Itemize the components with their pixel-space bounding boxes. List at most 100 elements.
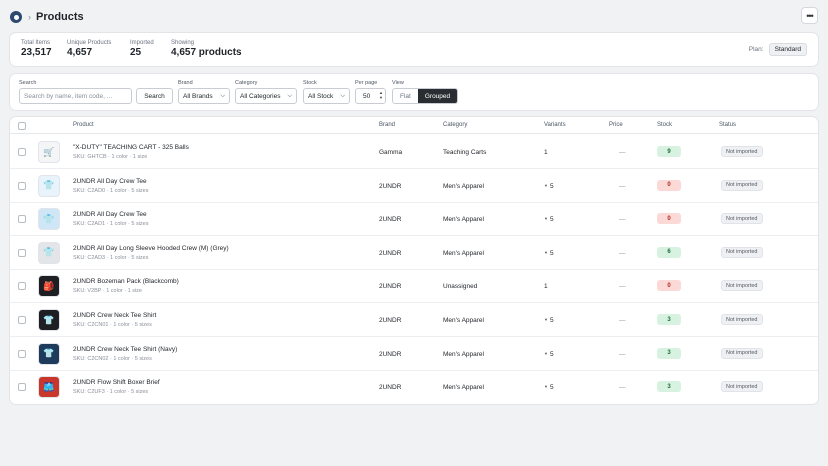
stock-badge: 3: [657, 347, 681, 359]
variants-cell[interactable]: ▼ 5: [544, 183, 554, 190]
page-title: Products: [36, 11, 84, 23]
column-stock[interactable]: Stock: [657, 122, 672, 128]
table-row[interactable]: 👕 2UNDR All Day Long Sleeve Hooded Crew (…: [10, 236, 818, 270]
select-all-checkbox[interactable]: [18, 122, 26, 130]
more-options-button[interactable]: •••: [801, 7, 818, 24]
brand-select-value: All Brands: [183, 92, 213, 100]
column-product[interactable]: Product: [73, 122, 94, 128]
expand-chevron-icon[interactable]: ▼: [544, 384, 548, 389]
row-checkbox[interactable]: [18, 148, 26, 156]
perpage-value: 50: [363, 92, 371, 100]
row-checkbox[interactable]: [18, 181, 26, 190]
chevron-down-icon: ⌵: [220, 93, 225, 99]
perpage-input[interactable]: 50 ▲ ▼: [355, 88, 386, 104]
row-checkbox[interactable]: [18, 349, 26, 358]
product-name[interactable]: 2UNDR Flow Shift Boxer Brief: [73, 379, 160, 386]
variants-count: 5: [549, 317, 554, 324]
table-row[interactable]: 🛒 "X-DUTY" TEACHING CART - 325 Balls SKU: …: [10, 135, 818, 169]
expand-chevron-icon[interactable]: ▼: [544, 317, 548, 322]
stepper-arrows-icon[interactable]: ▲ ▼: [379, 90, 383, 100]
column-status[interactable]: Status: [719, 122, 736, 128]
search-input[interactable]: Search by name, item code, ...: [19, 88, 132, 104]
variants-count: 5: [549, 384, 554, 392]
product-thumbnail: 🛒: [38, 141, 60, 163]
stat-imported: Imported 25: [130, 40, 154, 58]
search-button[interactable]: Search: [136, 88, 173, 104]
view-toggle: Flat Grouped: [392, 88, 459, 104]
product-name[interactable]: 2UNDR All Day Crew Tee: [73, 178, 147, 185]
column-brand[interactable]: Brand: [379, 122, 395, 128]
status-badge: Not imported: [721, 246, 763, 258]
search-label: Search: [19, 80, 37, 86]
product-name[interactable]: 2UNDR Crew Neck Tee Shirt: [73, 312, 156, 319]
product-name[interactable]: 2UNDR All Day Crew Tee: [73, 211, 147, 218]
variants-cell[interactable]: ▼ 5: [544, 317, 554, 324]
brand-select[interactable]: All Brands ⌵: [178, 88, 230, 104]
category-cell: Men's Apparel: [443, 317, 484, 324]
filters-card: Search Search by name, item code, ... Se…: [10, 74, 818, 110]
stock-badge: 0: [657, 280, 681, 292]
product-name[interactable]: 2UNDR Bozeman Pack (Blackcomb): [73, 278, 179, 285]
column-category[interactable]: Category: [443, 122, 467, 128]
stat-value: 4,657 products: [171, 47, 242, 58]
view-flat-button[interactable]: Flat: [393, 89, 418, 103]
stat-label: Total Items: [21, 40, 51, 46]
table-row[interactable]: 🎒 2UNDR Bozeman Pack (Blackcomb) SKU: V2BP…: [10, 269, 818, 304]
table-row[interactable]: 🩳 2UNDR Flow Shift Boxer Brief SKU: C2UF3 …: [10, 370, 818, 404]
status-badge: Not imported: [721, 213, 763, 225]
tshirt-icon: 👕: [43, 213, 55, 224]
brand-cell: 2UNDR: [379, 249, 402, 257]
category-cell: Teaching Carts: [443, 149, 487, 156]
row-checkbox[interactable]: [18, 316, 26, 324]
stock-select[interactable]: All Stock ⌵: [303, 88, 350, 104]
category-select[interactable]: All Categories ⌵: [235, 88, 297, 104]
row-checkbox[interactable]: [18, 383, 26, 392]
brand-cell: 2UNDR: [379, 350, 402, 358]
category-cell: Men's Apparel: [443, 350, 484, 358]
product-name[interactable]: 2UNDR All Day Long Sleeve Hooded Crew (M…: [73, 245, 229, 252]
category-cell: Men's Apparel: [443, 182, 484, 190]
expand-chevron-icon[interactable]: ▼: [544, 216, 548, 221]
row-checkbox[interactable]: [18, 282, 26, 291]
product-name[interactable]: 2UNDR Crew Neck Tee Shirt (Navy): [73, 346, 177, 353]
cart-icon: 🛒: [43, 146, 55, 157]
variants-cell: 1: [544, 283, 548, 290]
tshirt-icon: 👕: [43, 314, 55, 325]
expand-chevron-icon[interactable]: ▼: [544, 250, 548, 255]
status-badge: Not imported: [721, 314, 763, 325]
more-icon: •••: [806, 10, 814, 21]
variants-cell[interactable]: ▼ 5: [544, 351, 554, 358]
product-meta: SKU: V2BP · 1 color · 1 size: [73, 288, 142, 295]
table-row[interactable]: 👕 2UNDR All Day Crew Tee SKU: C2AD1 · 1 co…: [10, 202, 818, 237]
variants-count: 5: [549, 182, 554, 190]
table-row[interactable]: 👕 2UNDR Crew Neck Tee Shirt (Navy) SKU: C2…: [10, 337, 818, 371]
view-grouped-button[interactable]: Grouped: [417, 89, 458, 103]
variants-count: 5: [549, 216, 554, 224]
plan-badge[interactable]: Standard: [768, 43, 807, 56]
shorts-icon: 🩳: [43, 381, 55, 392]
app-logo-icon[interactable]: [10, 11, 22, 23]
price-cell: —: [619, 283, 626, 291]
stock-select-value: All Stock: [308, 92, 334, 100]
row-checkbox[interactable]: [18, 215, 26, 224]
expand-chevron-icon[interactable]: ▼: [544, 183, 548, 188]
table-row[interactable]: 👕 2UNDR Crew Neck Tee Shirt SKU: C2CN01 · …: [10, 303, 818, 337]
stats-card: Total Items 23,517 Unique Products 4,657…: [10, 33, 818, 66]
row-checkbox[interactable]: [18, 248, 26, 257]
stat-showing: Showing 4,657 products: [171, 40, 242, 58]
table-row[interactable]: 👕 2UNDR All Day Crew Tee SKU: C2AD0 · 1 co…: [10, 169, 818, 203]
expand-chevron-icon[interactable]: ▼: [544, 351, 548, 356]
tshirt-icon: 👕: [43, 348, 55, 359]
brand-cell: 2UNDR: [379, 283, 402, 291]
variants-cell[interactable]: ▼ 5: [544, 216, 554, 223]
page-header: › Products •••: [10, 7, 818, 26]
column-variants[interactable]: Variants: [544, 122, 566, 128]
column-price[interactable]: Price: [609, 122, 623, 128]
product-name[interactable]: "X-DUTY" TEACHING CART - 325 Balls: [73, 144, 189, 151]
price-cell: —: [619, 317, 626, 324]
variants-cell[interactable]: ▼ 5: [544, 250, 554, 257]
brand-label: Brand: [178, 80, 193, 86]
price-cell: —: [619, 384, 626, 392]
variants-cell[interactable]: ▼ 5: [544, 384, 554, 391]
product-meta: SKU: C2UF3 · 1 color · 5 sizes: [73, 389, 149, 396]
